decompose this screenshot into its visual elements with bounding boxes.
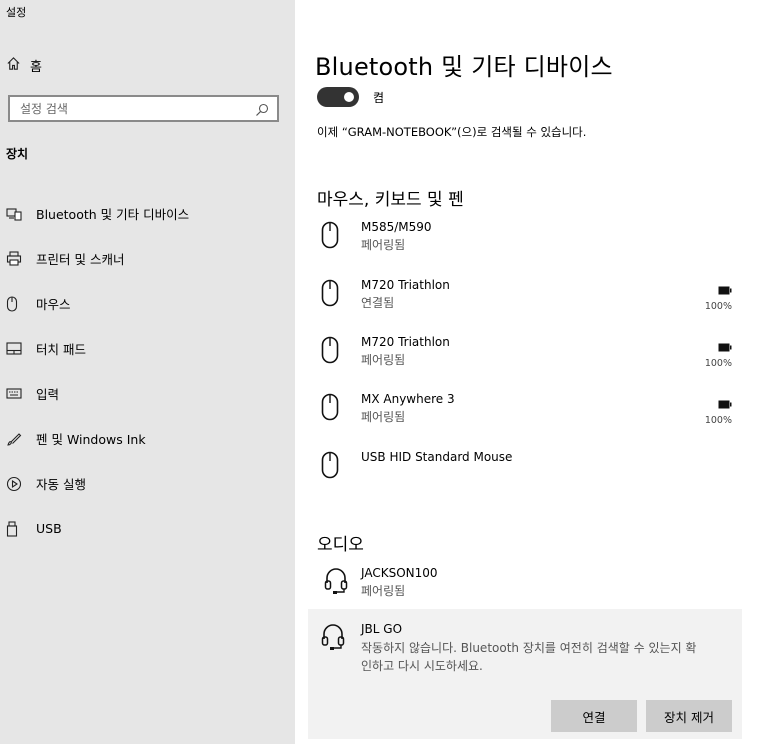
sidebar: 설정 홈 장치 Bluetooth 및 기타 디바이스 프린터 및 스캐너 bbox=[0, 0, 295, 744]
device-status: 연결됨 bbox=[361, 296, 395, 310]
selected-device-panel[interactable]: JBL GO 작동하지 않습니다. Bluetooth 장치를 여전히 검색할 … bbox=[308, 609, 742, 739]
sidebar-item-label: 펜 및 Windows Ink bbox=[36, 432, 146, 447]
remove-device-button[interactable]: 장치 제거 bbox=[646, 700, 732, 732]
printer-icon bbox=[6, 251, 36, 266]
device-error-description: 작동하지 않습니다. Bluetooth 장치를 여전히 검색할 수 있는지 확… bbox=[361, 641, 697, 673]
pen-icon bbox=[6, 431, 36, 447]
page-title: Bluetooth 및 기타 디바이스 bbox=[315, 53, 613, 81]
main-content: Bluetooth 및 기타 디바이스 켬 이제 “GRAM-NOTEBOOK”… bbox=[295, 0, 768, 744]
device-name: JACKSON100 bbox=[361, 566, 438, 580]
devices-icon bbox=[6, 207, 36, 221]
sidebar-item-printers[interactable]: 프린터 및 스캐너 bbox=[0, 236, 295, 281]
battery-icon bbox=[718, 394, 732, 413]
battery-indicator: 100% bbox=[692, 337, 732, 369]
sidebar-item-mouse[interactable]: 마우스 bbox=[0, 281, 295, 326]
battery-percent: 100% bbox=[704, 358, 732, 369]
home-label: 홈 bbox=[30, 59, 42, 75]
audio-section-title: 오디오 bbox=[317, 535, 364, 555]
mouse-icon bbox=[321, 393, 339, 425]
bluetooth-toggle-row: 켬 bbox=[317, 87, 384, 107]
battery-indicator: 100% bbox=[692, 394, 732, 426]
device-name: M720 Triathlon bbox=[361, 335, 450, 349]
battery-icon bbox=[718, 280, 732, 299]
mouse-icon bbox=[6, 295, 36, 312]
sidebar-item-label: 프린터 및 스캐너 bbox=[36, 252, 125, 267]
search-icon[interactable] bbox=[255, 102, 269, 116]
touchpad-icon bbox=[6, 342, 36, 355]
home-icon bbox=[0, 56, 30, 75]
sidebar-item-label: USB bbox=[36, 521, 62, 536]
device-row[interactable]: JACKSON100 페어링됨 bbox=[295, 565, 768, 613]
sidebar-item-label: Bluetooth 및 기타 디바이스 bbox=[36, 207, 190, 222]
sidebar-home[interactable]: 홈 bbox=[0, 52, 295, 78]
sidebar-item-label: 터치 패드 bbox=[36, 342, 86, 357]
device-name: M585/M590 bbox=[361, 220, 432, 234]
device-row[interactable]: M720 Triathlon 페어링됨 100% bbox=[295, 334, 768, 382]
sidebar-item-usb[interactable]: USB bbox=[0, 506, 295, 551]
search-box[interactable] bbox=[8, 95, 279, 122]
device-name: JBL GO bbox=[361, 622, 403, 636]
app-title: 설정 bbox=[6, 6, 27, 19]
discoverable-text: 이제 “GRAM-NOTEBOOK”(으)로 검색될 수 있습니다. bbox=[317, 125, 587, 139]
autoplay-icon bbox=[6, 476, 36, 492]
battery-percent: 100% bbox=[704, 415, 732, 426]
device-row[interactable]: M720 Triathlon 연결됨 100% bbox=[295, 277, 768, 325]
battery-percent: 100% bbox=[704, 301, 732, 312]
device-status: 페어링됨 bbox=[361, 353, 406, 367]
device-status: 페어링됨 bbox=[361, 584, 406, 598]
sidebar-item-touchpad[interactable]: 터치 패드 bbox=[0, 326, 295, 371]
device-row[interactable]: M585/M590 페어링됨 bbox=[295, 219, 768, 267]
headset-icon bbox=[324, 566, 348, 600]
device-name: MX Anywhere 3 bbox=[361, 392, 455, 406]
mouse-icon bbox=[321, 221, 339, 253]
headset-icon bbox=[321, 622, 345, 656]
device-status: 페어링됨 bbox=[361, 410, 406, 424]
sidebar-item-typing[interactable]: 입력 bbox=[0, 371, 295, 416]
search-input[interactable] bbox=[20, 101, 255, 116]
mouse-icon bbox=[321, 451, 339, 483]
device-row[interactable]: USB HID Standard Mouse bbox=[295, 449, 768, 497]
sidebar-item-autoplay[interactable]: 자동 실행 bbox=[0, 461, 295, 506]
toggle-knob bbox=[344, 92, 354, 102]
mouse-icon bbox=[321, 336, 339, 368]
battery-indicator: 100% bbox=[692, 280, 732, 312]
sidebar-section-label: 장치 bbox=[6, 147, 29, 161]
bluetooth-toggle[interactable] bbox=[317, 87, 359, 107]
sidebar-item-label: 자동 실행 bbox=[36, 477, 86, 492]
mice-section-title: 마우스, 키보드 및 펜 bbox=[317, 190, 464, 210]
battery-icon bbox=[718, 337, 732, 356]
device-status: 페어링됨 bbox=[361, 238, 406, 252]
sidebar-item-label: 마우스 bbox=[36, 297, 71, 312]
sidebar-item-label: 입력 bbox=[36, 387, 60, 402]
sidebar-item-bluetooth[interactable]: Bluetooth 및 기타 디바이스 bbox=[0, 191, 295, 236]
sidebar-nav: Bluetooth 및 기타 디바이스 프린터 및 스캐너 마우스 터치 패드 … bbox=[0, 191, 295, 551]
keyboard-icon bbox=[6, 388, 36, 399]
device-row[interactable]: MX Anywhere 3 페어링됨 100% bbox=[295, 391, 768, 439]
usb-icon bbox=[6, 520, 36, 537]
toggle-state-label: 켬 bbox=[373, 90, 385, 105]
device-name: USB HID Standard Mouse bbox=[361, 450, 513, 464]
sidebar-item-pen[interactable]: 펜 및 Windows Ink bbox=[0, 416, 295, 461]
device-name: M720 Triathlon bbox=[361, 278, 450, 292]
connect-button[interactable]: 연결 bbox=[551, 700, 637, 732]
mouse-icon bbox=[321, 279, 339, 311]
